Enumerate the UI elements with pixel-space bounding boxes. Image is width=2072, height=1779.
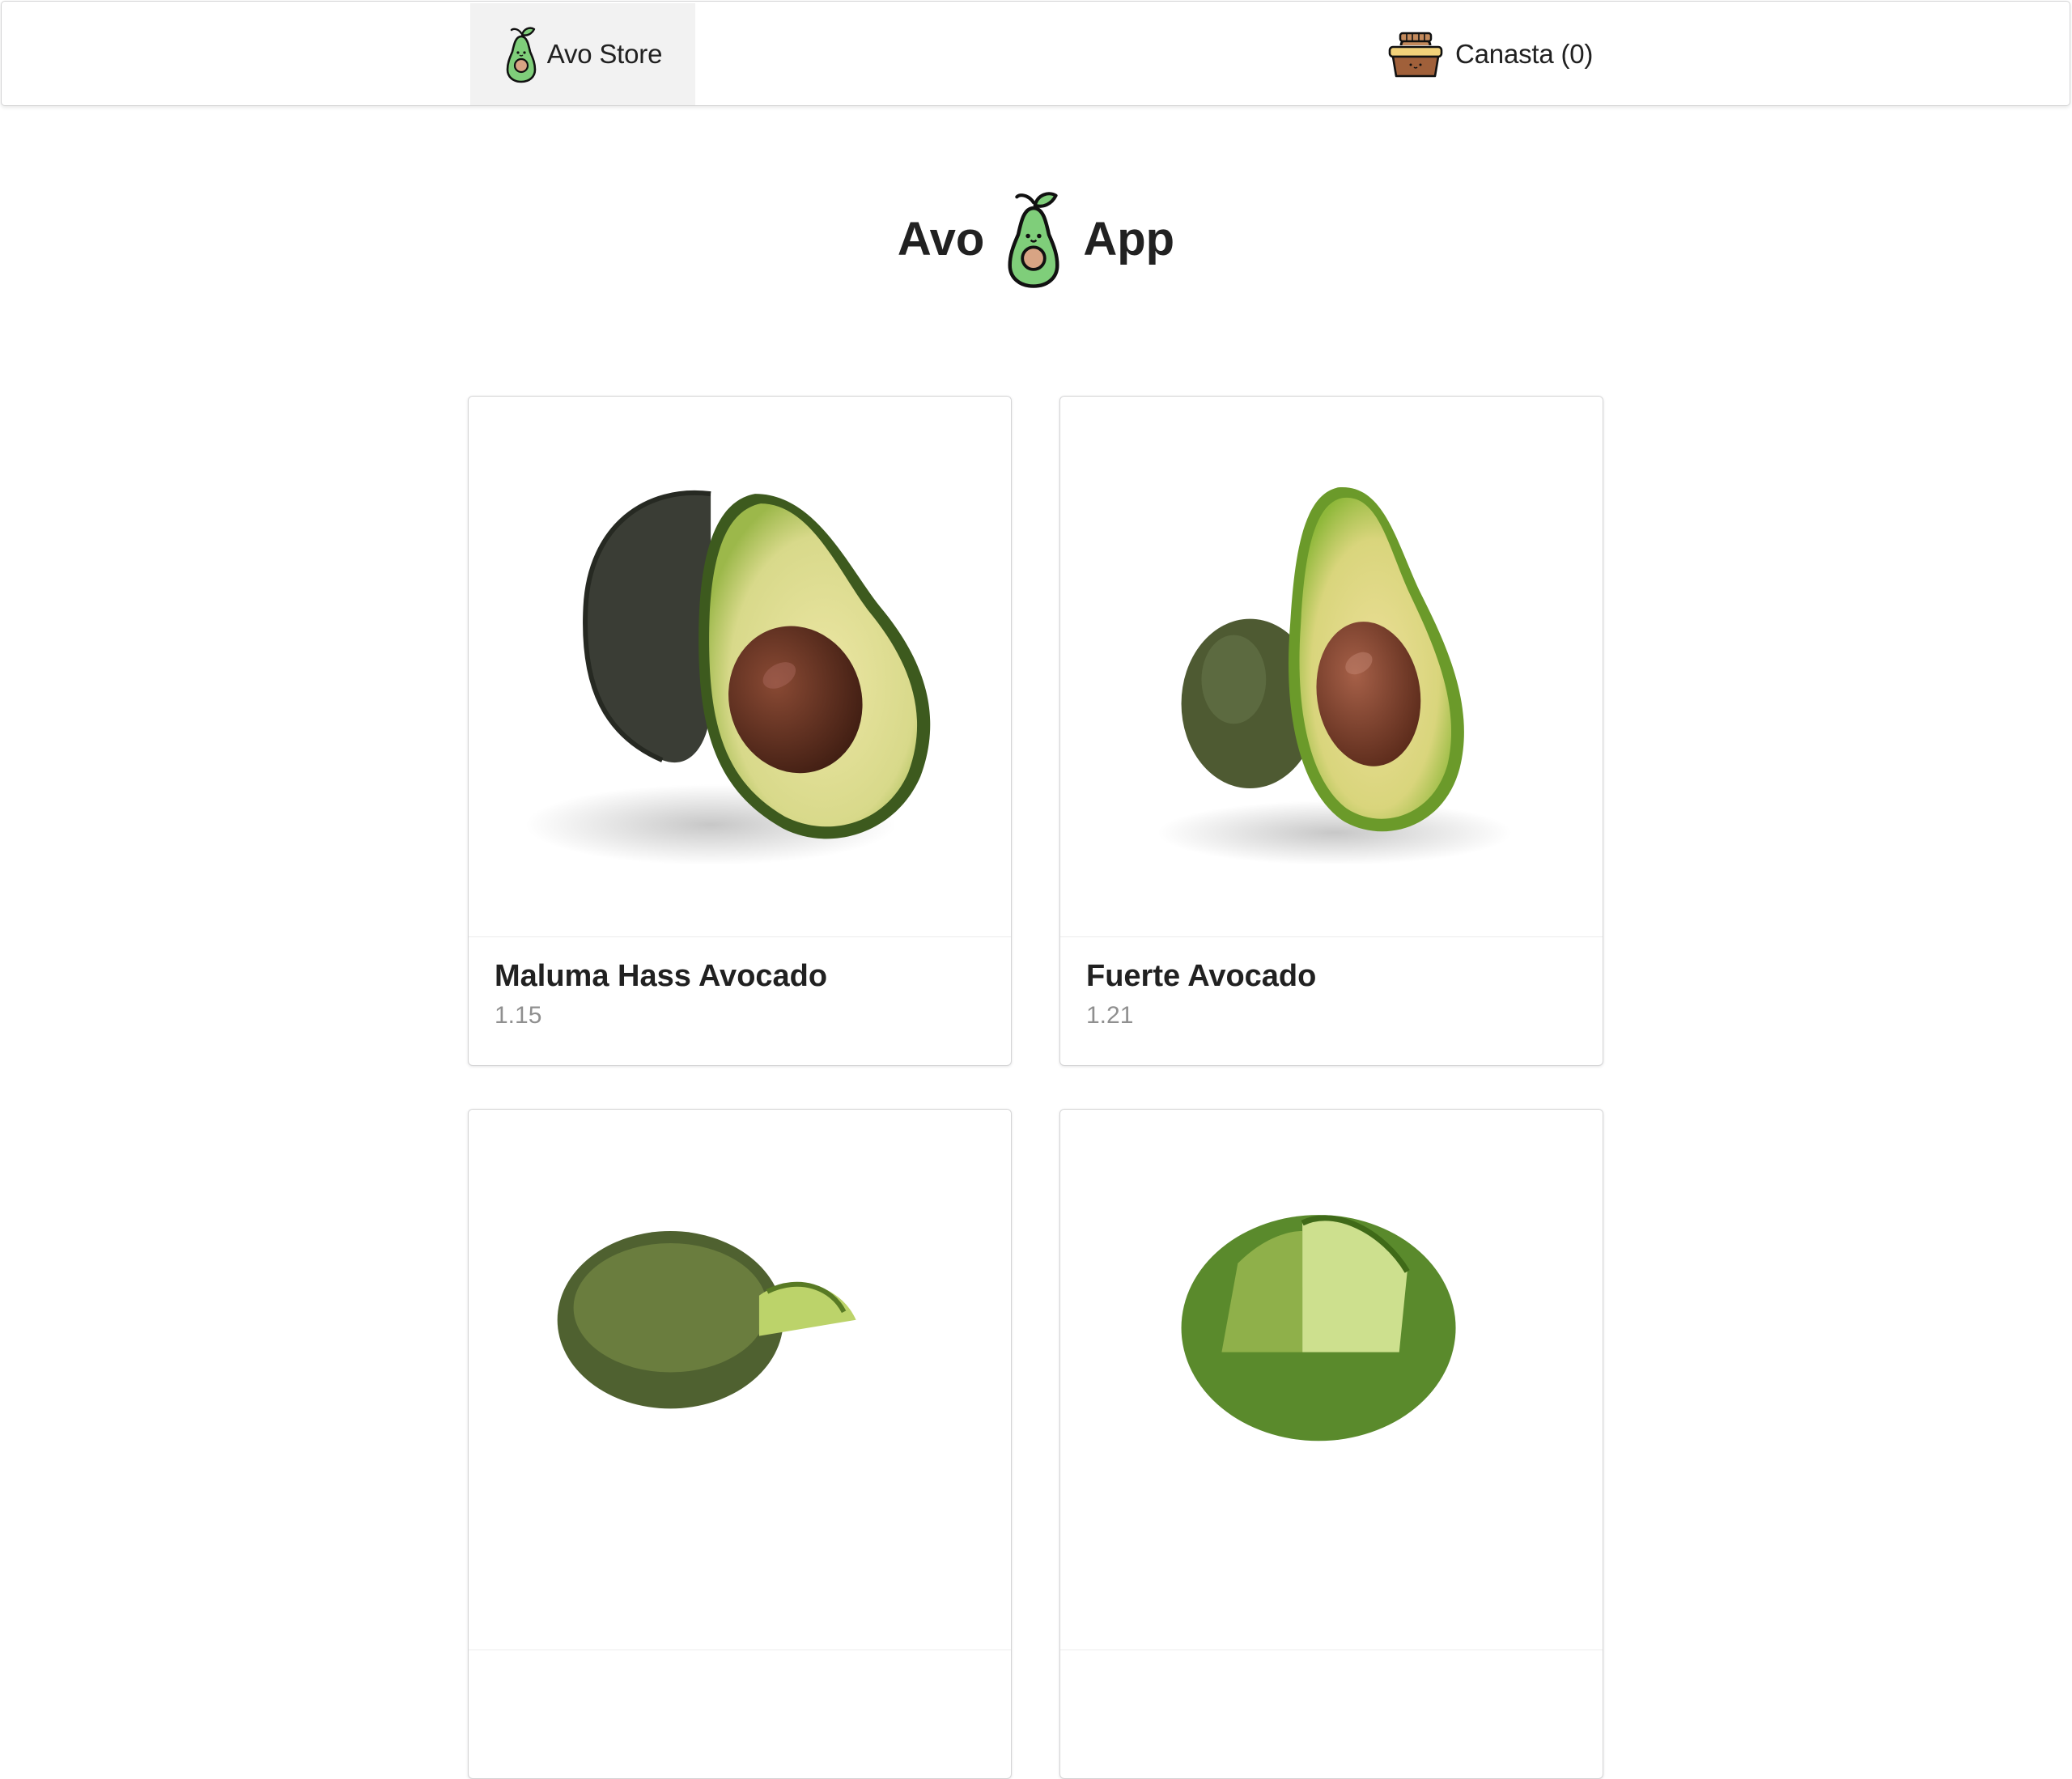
product-grid: Maluma Hass Avocado 1.15 Fuerte Avocado … (468, 396, 1603, 1779)
product-price: 1.15 (495, 1001, 542, 1029)
product-card-body: Maluma Hass Avocado 1.15 (469, 937, 1011, 1051)
avocado-image (557, 1231, 856, 1409)
basket-icon (1388, 32, 1443, 78)
fuerte-avocado-image (1157, 486, 1513, 865)
product-image (469, 397, 1011, 937)
hass-avocado-image (524, 490, 931, 865)
avocado-mascot-icon (506, 27, 537, 83)
product-card[interactable]: Fuerte Avocado 1.21 (1059, 396, 1603, 1066)
product-price: 1.21 (1086, 1001, 1134, 1029)
product-card[interactable] (1059, 1109, 1603, 1779)
product-card-body: Fuerte Avocado 1.21 (1060, 937, 1603, 1051)
avocado-image (1181, 1215, 1456, 1441)
title-word-right: App (1083, 212, 1175, 265)
product-card[interactable]: Maluma Hass Avocado 1.15 (468, 396, 1012, 1066)
nav-home-link[interactable]: Avo Store (470, 3, 695, 105)
product-name: Maluma Hass Avocado (495, 959, 828, 993)
top-navbar: Avo Store Canasta (0) (1, 1, 2070, 106)
product-image (1060, 397, 1603, 937)
avocado-mascot-icon (1008, 192, 1059, 288)
nav-brand-label: Avo Store (546, 39, 663, 69)
cart-label: Canasta (0) (1455, 39, 1594, 69)
product-card[interactable] (468, 1109, 1012, 1779)
product-image (1060, 1110, 1603, 1650)
title-word-left: Avo (897, 212, 985, 265)
page-title: Avo App (0, 186, 2072, 291)
product-card-body (1060, 1650, 1603, 1699)
product-card-body (469, 1650, 1011, 1699)
nav-cart-link[interactable]: Canasta (0) (1378, 3, 1603, 105)
product-image (469, 1110, 1011, 1650)
product-name: Fuerte Avocado (1086, 959, 1317, 993)
